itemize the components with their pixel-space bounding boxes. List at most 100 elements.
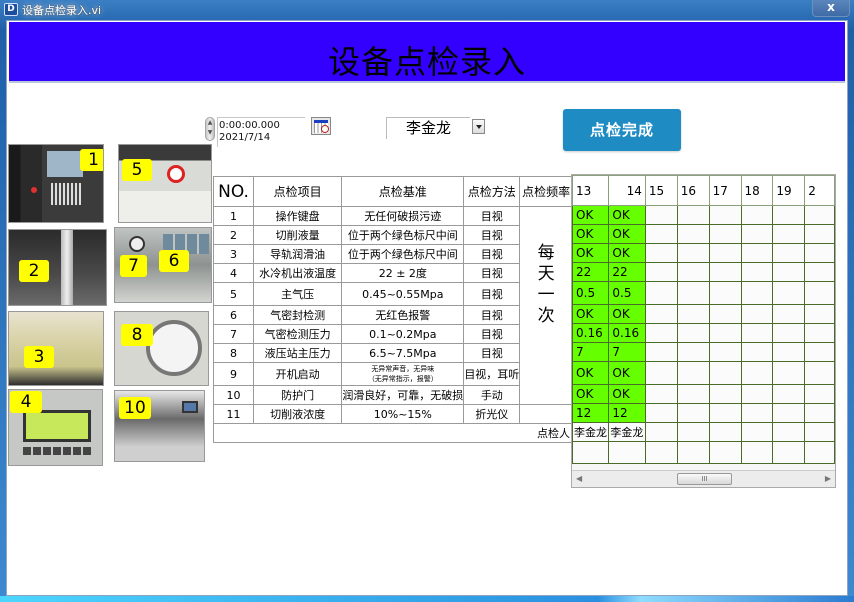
inspector-signature-cell[interactable] (676, 422, 710, 442)
record-cell[interactable] (740, 361, 774, 385)
record-cell[interactable] (804, 342, 835, 362)
inspector-value[interactable]: 李金龙 (386, 117, 470, 139)
record-cell[interactable] (804, 441, 835, 464)
record-cell[interactable] (772, 403, 806, 423)
record-cell[interactable] (740, 262, 774, 282)
record-cell[interactable] (804, 384, 835, 404)
record-cell[interactable]: 22 (608, 262, 646, 282)
record-cell[interactable] (772, 304, 806, 324)
record-cell[interactable] (772, 205, 806, 225)
close-button[interactable]: x (812, 0, 850, 17)
record-cell[interactable]: 0.5 (608, 281, 646, 305)
record-cell[interactable] (708, 323, 742, 343)
record-cell[interactable]: 7 (572, 342, 610, 362)
record-cell[interactable]: OK (608, 224, 646, 244)
record-cell[interactable] (644, 361, 678, 385)
record-cell[interactable] (804, 243, 835, 263)
record-cell[interactable]: 7 (608, 342, 646, 362)
record-cell[interactable] (608, 441, 646, 464)
record-cell[interactable] (740, 323, 774, 343)
record-cell[interactable] (676, 361, 710, 385)
record-cell[interactable]: OK (608, 205, 646, 225)
datetime-increment-spinner[interactable]: ▲ ▼ (205, 117, 215, 141)
record-cell[interactable]: OK (572, 243, 610, 263)
inspector-signature-cell[interactable]: 李金龙 (572, 422, 610, 442)
record-cell[interactable] (644, 384, 678, 404)
inspector-signature-cell[interactable] (804, 422, 835, 442)
record-cell[interactable] (772, 281, 806, 305)
record-cell[interactable] (708, 403, 742, 423)
calendar-button[interactable] (311, 117, 331, 135)
record-cell[interactable] (676, 323, 710, 343)
record-cell[interactable]: OK (572, 361, 610, 385)
record-cell[interactable] (644, 243, 678, 263)
record-cell[interactable] (708, 205, 742, 225)
inspector-signature-cell[interactable] (740, 422, 774, 442)
record-cell[interactable]: OK (572, 384, 610, 404)
record-cell[interactable]: 0.16 (608, 323, 646, 343)
record-cell[interactable] (772, 384, 806, 404)
record-cell[interactable]: 0.5 (572, 281, 610, 305)
record-cell[interactable] (740, 441, 774, 464)
record-cell[interactable] (676, 243, 710, 263)
record-cell[interactable] (676, 224, 710, 244)
daily-record-grid[interactable]: 13 14 15 16 17 18 19 2 OK OK OK OK OK OK 22 22 0… (571, 174, 836, 488)
inspector-select[interactable]: 李金龙 (386, 117, 486, 139)
record-cell[interactable] (708, 304, 742, 324)
record-cell[interactable]: 22 (572, 262, 610, 282)
record-cell[interactable] (772, 243, 806, 263)
record-cell[interactable] (804, 224, 835, 244)
record-cell[interactable]: OK (608, 304, 646, 324)
record-cell[interactable] (676, 403, 710, 423)
record-cell[interactable] (772, 262, 806, 282)
record-cell[interactable] (676, 304, 710, 324)
record-cell[interactable]: OK (572, 304, 610, 324)
record-cell[interactable] (708, 224, 742, 244)
record-cell[interactable] (772, 361, 806, 385)
record-cell[interactable] (708, 262, 742, 282)
inspector-signature-cell[interactable]: 李金龙 (608, 422, 646, 442)
record-cell[interactable] (740, 281, 774, 305)
record-cell[interactable] (804, 262, 835, 282)
record-cell[interactable] (804, 281, 835, 305)
record-cell[interactable] (708, 441, 742, 464)
record-cell[interactable] (740, 243, 774, 263)
scroll-thumb[interactable]: III (677, 473, 732, 485)
datetime-field[interactable]: 0:00:00.000 2021/7/14 (217, 117, 305, 147)
record-cell[interactable] (708, 243, 742, 263)
record-cell[interactable] (708, 361, 742, 385)
record-cell[interactable] (708, 281, 742, 305)
spin-up-icon[interactable]: ▲ (206, 118, 214, 128)
record-cell[interactable]: OK (608, 243, 646, 263)
record-cell[interactable]: OK (608, 384, 646, 404)
scroll-right-icon[interactable]: ▶ (825, 474, 831, 483)
record-cell[interactable] (740, 205, 774, 225)
record-cell[interactable] (708, 342, 742, 362)
record-cell[interactable]: OK (608, 361, 646, 385)
record-cell[interactable] (644, 323, 678, 343)
record-cell[interactable]: OK (572, 224, 610, 244)
record-cell[interactable] (740, 224, 774, 244)
record-cell[interactable] (644, 224, 678, 244)
record-cell[interactable] (644, 281, 678, 305)
record-cell[interactable] (804, 403, 835, 423)
record-cell[interactable] (644, 304, 678, 324)
record-cell[interactable] (772, 323, 806, 343)
inspection-done-button[interactable]: 点检完成 (563, 109, 681, 151)
record-cell[interactable]: 12 (572, 403, 610, 423)
record-cell[interactable] (740, 342, 774, 362)
record-cell[interactable] (644, 205, 678, 225)
inspector-signature-cell[interactable] (772, 422, 806, 442)
chevron-down-icon[interactable] (472, 119, 485, 134)
record-cell[interactable] (644, 441, 678, 464)
record-cell[interactable] (676, 281, 710, 305)
record-cell[interactable] (804, 205, 835, 225)
record-cell[interactable] (644, 262, 678, 282)
record-cell[interactable] (644, 403, 678, 423)
record-cell[interactable] (676, 205, 710, 225)
record-cell[interactable] (740, 304, 774, 324)
inspector-signature-cell[interactable] (708, 422, 742, 442)
inspector-signature-cell[interactable] (644, 422, 678, 442)
record-cell[interactable] (676, 441, 710, 464)
scroll-left-icon[interactable]: ◀ (576, 474, 582, 483)
